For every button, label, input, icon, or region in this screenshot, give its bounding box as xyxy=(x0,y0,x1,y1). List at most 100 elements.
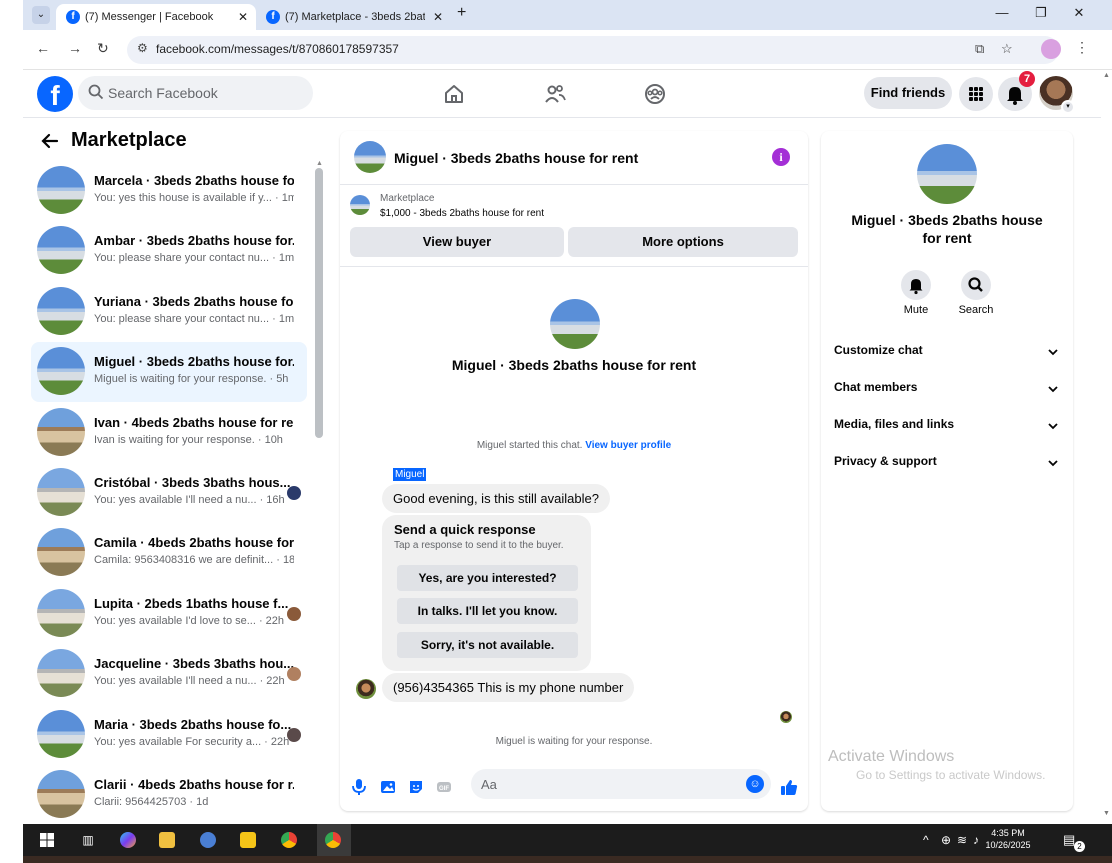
tab-search-dropdown-icon[interactable]: ⌄ xyxy=(32,6,50,24)
details-section-row[interactable]: Media, files and links xyxy=(834,417,1062,437)
menu-button[interactable] xyxy=(959,77,993,111)
tab-marketplace[interactable]: f (7) Marketplace - 3beds 2baths ✕ xyxy=(256,4,451,30)
back-icon[interactable]: ← xyxy=(36,40,50,56)
details-section-row[interactable]: Chat members xyxy=(834,380,1062,400)
facebook-logo[interactable]: f xyxy=(37,76,73,112)
chat-header-avatar[interactable] xyxy=(354,141,386,173)
details-section-row[interactable]: Privacy & support xyxy=(834,454,1062,474)
close-window-icon[interactable]: ✕ xyxy=(1069,5,1089,21)
waiting-notice: Miguel is waiting for your response. xyxy=(495,736,653,747)
listing-category: Marketplace xyxy=(380,193,435,204)
conversation-item[interactable]: Maria · 3beds 2baths house fo... You: yes… xyxy=(31,705,307,765)
conversation-title: Maria · 3beds 2baths house fo... xyxy=(94,716,292,732)
find-friends-button[interactable]: Find friends xyxy=(864,77,952,109)
conversation-item[interactable]: Cristóbal · 3beds 3baths hous... You: yes… xyxy=(31,463,307,523)
browser-profile-icon[interactable] xyxy=(1041,39,1061,59)
conversation-item[interactable]: Lupita · 2beds 1baths house f... You: yes… xyxy=(31,584,307,644)
conversation-thumbnail xyxy=(37,166,85,214)
details-section-row[interactable]: Customize chat xyxy=(834,343,1062,363)
back-arrow-icon[interactable] xyxy=(41,132,59,150)
browser-menu-icon[interactable]: ⋮ xyxy=(1075,39,1089,56)
message-input[interactable] xyxy=(471,769,771,799)
emoji-icon[interactable]: ☺ xyxy=(746,775,764,793)
conversation-title: Clarii · 4beds 2baths house for r... xyxy=(94,777,294,792)
tray-app-icon[interactable]: ⊕ xyxy=(941,833,951,847)
chrome-icon[interactable] xyxy=(281,832,297,848)
friends-icon[interactable] xyxy=(543,82,567,106)
microphone-icon[interactable] xyxy=(350,778,368,796)
view-buyer-profile-link[interactable]: View buyer profile xyxy=(585,440,671,451)
tray-chevron-icon[interactable]: ^ xyxy=(923,833,929,847)
more-options-button[interactable]: More options xyxy=(568,227,798,257)
conversation-title: Miguel · 3beds 2baths house for... xyxy=(94,354,294,370)
task-view-icon[interactable]: ▥ xyxy=(80,832,96,848)
address-bar[interactable]: ⚙ facebook.com/messages/t/87086017859735… xyxy=(127,36,1059,64)
conversation-thumbnail xyxy=(37,347,85,396)
thumbs-up-icon[interactable] xyxy=(780,778,798,796)
search-in-chat-button[interactable] xyxy=(961,270,991,300)
taskbar-clock[interactable]: 4:35 PM 10/26/2025 xyxy=(978,827,1038,851)
gif-icon[interactable]: GIF xyxy=(435,778,453,796)
screen-left-gutter xyxy=(0,0,23,863)
forward-icon[interactable]: → xyxy=(68,40,82,56)
windows-taskbar: ▥ ^ ⊕ ≋ ♪ 4:35 PM 10/26/2025 ▤ 2 xyxy=(23,824,1112,856)
svg-text:GIF: GIF xyxy=(439,786,449,792)
quick-reply-in-talks[interactable]: In talks. I'll let you know. xyxy=(397,598,578,624)
sidebar-scroll-up-icon[interactable]: ▲ xyxy=(316,160,323,167)
sidebar-scrollbar[interactable] xyxy=(315,168,323,438)
conversation-thumbnail xyxy=(37,468,85,516)
minimize-icon[interactable]: — xyxy=(992,5,1012,20)
account-chevron-icon[interactable]: ▾ xyxy=(1061,100,1075,114)
conversation-item[interactable]: Clarii · 4beds 2baths house for r... Clar… xyxy=(31,765,307,824)
message-bubble-phone: (956)4354365 This is my phone number xyxy=(382,673,635,702)
conversation-item[interactable]: Miguel · 3beds 2baths house for... Miguel… xyxy=(31,342,307,403)
new-tab-icon[interactable]: + xyxy=(457,4,466,22)
tab-messenger[interactable]: f (7) Messenger | Facebook ✕ xyxy=(56,4,256,30)
scroll-down-icon[interactable]: ▼ xyxy=(1103,810,1110,817)
quick-reply-interested[interactable]: Yes, are you interested? xyxy=(397,565,578,591)
reload-icon[interactable]: ↻ xyxy=(97,40,109,57)
copilot-icon[interactable] xyxy=(120,832,136,848)
conversation-preview: Miguel is waiting for your response. · 5… xyxy=(94,373,289,386)
conversation-thumbnail xyxy=(37,649,85,698)
scroll-up-icon[interactable]: ▲ xyxy=(1103,72,1110,79)
home-icon[interactable] xyxy=(442,82,466,106)
facebook-search[interactable] xyxy=(78,76,313,110)
network-app-icon[interactable] xyxy=(200,832,216,848)
restore-icon[interactable]: ❐ xyxy=(1031,5,1051,21)
file-explorer-icon[interactable] xyxy=(159,832,175,848)
cast-icon[interactable]: ⧉ xyxy=(975,41,984,57)
mute-button[interactable] xyxy=(901,270,931,300)
chrome-profile-icon[interactable] xyxy=(325,832,341,848)
buyer-avatar[interactable] xyxy=(356,679,376,699)
view-buyer-button[interactable]: View buyer xyxy=(350,227,564,257)
search-icon xyxy=(968,277,983,292)
close-tab-icon[interactable]: ✕ xyxy=(433,4,443,30)
close-tab-icon[interactable]: ✕ xyxy=(238,4,248,30)
info-icon[interactable]: i xyxy=(772,148,790,166)
activate-windows-title: Activate Windows xyxy=(828,748,955,765)
quick-response-card: Send a quick response Tap a response to … xyxy=(382,515,591,671)
windows-start-icon[interactable] xyxy=(39,832,55,848)
conversation-item[interactable]: Camila · 4beds 2baths house for... Camila… xyxy=(31,523,307,583)
conversation-item[interactable]: Marcela · 3beds 2baths house fo... You: y… xyxy=(31,161,307,221)
search-input[interactable] xyxy=(108,76,303,110)
page-scrollbar[interactable]: ▲ ▼ xyxy=(1101,70,1112,824)
wifi-icon[interactable]: ≋ xyxy=(957,833,967,847)
bookmark-star-icon[interactable]: ☆ xyxy=(1001,41,1013,57)
site-settings-icon[interactable]: ⚙ xyxy=(137,41,148,55)
listing-price[interactable]: $1,000 - 3beds 2baths house for rent xyxy=(380,208,544,219)
chat-intro-avatar xyxy=(550,299,600,349)
sticker-icon[interactable] xyxy=(407,778,425,796)
conversation-preview: You: yes available I'd love to se... · 2… xyxy=(94,614,285,627)
conversation-item[interactable]: Ambar · 3beds 2baths house for... You: pl… xyxy=(31,221,307,281)
conversation-item[interactable]: Yuriana · 3beds 2baths house fo... You: p… xyxy=(31,282,307,342)
groups-icon[interactable] xyxy=(643,82,667,106)
conversation-item[interactable]: Jacqueline · 3beds 3baths hou... You: yes… xyxy=(31,644,307,704)
quick-reply-not-available[interactable]: Sorry, it's not available. xyxy=(397,632,578,658)
chat-header-title[interactable]: Miguel · 3beds 2baths house for rent xyxy=(394,150,638,166)
sticky-notes-icon[interactable] xyxy=(240,832,256,848)
listing-thumbnail[interactable] xyxy=(350,195,370,215)
conversation-item[interactable]: Ivan · 4beds 2baths house for re... Ivan … xyxy=(31,403,307,463)
photo-icon[interactable] xyxy=(379,778,397,796)
